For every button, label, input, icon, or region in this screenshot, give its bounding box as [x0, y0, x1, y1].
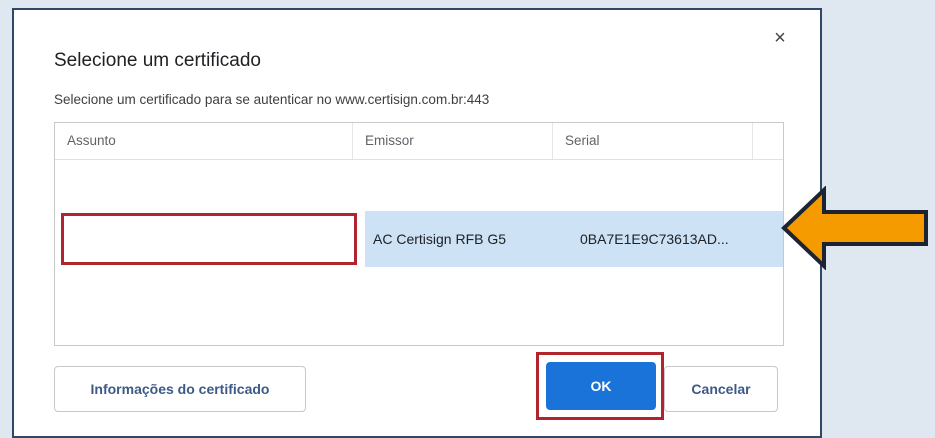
column-header-emissor[interactable]: Emissor: [353, 123, 553, 159]
cancel-button[interactable]: Cancelar: [664, 366, 778, 412]
cell-assunto-highlight-box[interactable]: [61, 213, 357, 265]
dialog-title: Selecione um certificado: [54, 50, 261, 71]
certificate-table: Assunto Emissor Serial AC Certisign RFB …: [54, 122, 784, 346]
dialog-subtitle: Selecione um certificado para se autenti…: [54, 92, 490, 107]
cell-emissor: AC Certisign RFB G5: [373, 231, 507, 247]
certificate-dialog: × Selecione um certificado Selecione um …: [12, 8, 822, 438]
table-row[interactable]: AC Certisign RFB G5 0BA7E1E9C73613AD...: [55, 211, 783, 267]
table-header: Assunto Emissor Serial: [55, 123, 783, 160]
certificate-info-button[interactable]: Informações do certificado: [54, 366, 306, 412]
cell-serial: 0BA7E1E9C73613AD...: [580, 231, 729, 247]
close-icon[interactable]: ×: [770, 28, 790, 48]
left-arrow-icon: [781, 186, 928, 270]
column-header-serial[interactable]: Serial: [553, 123, 753, 159]
column-header-assunto[interactable]: Assunto: [55, 123, 353, 159]
ok-button[interactable]: OK: [546, 362, 656, 410]
